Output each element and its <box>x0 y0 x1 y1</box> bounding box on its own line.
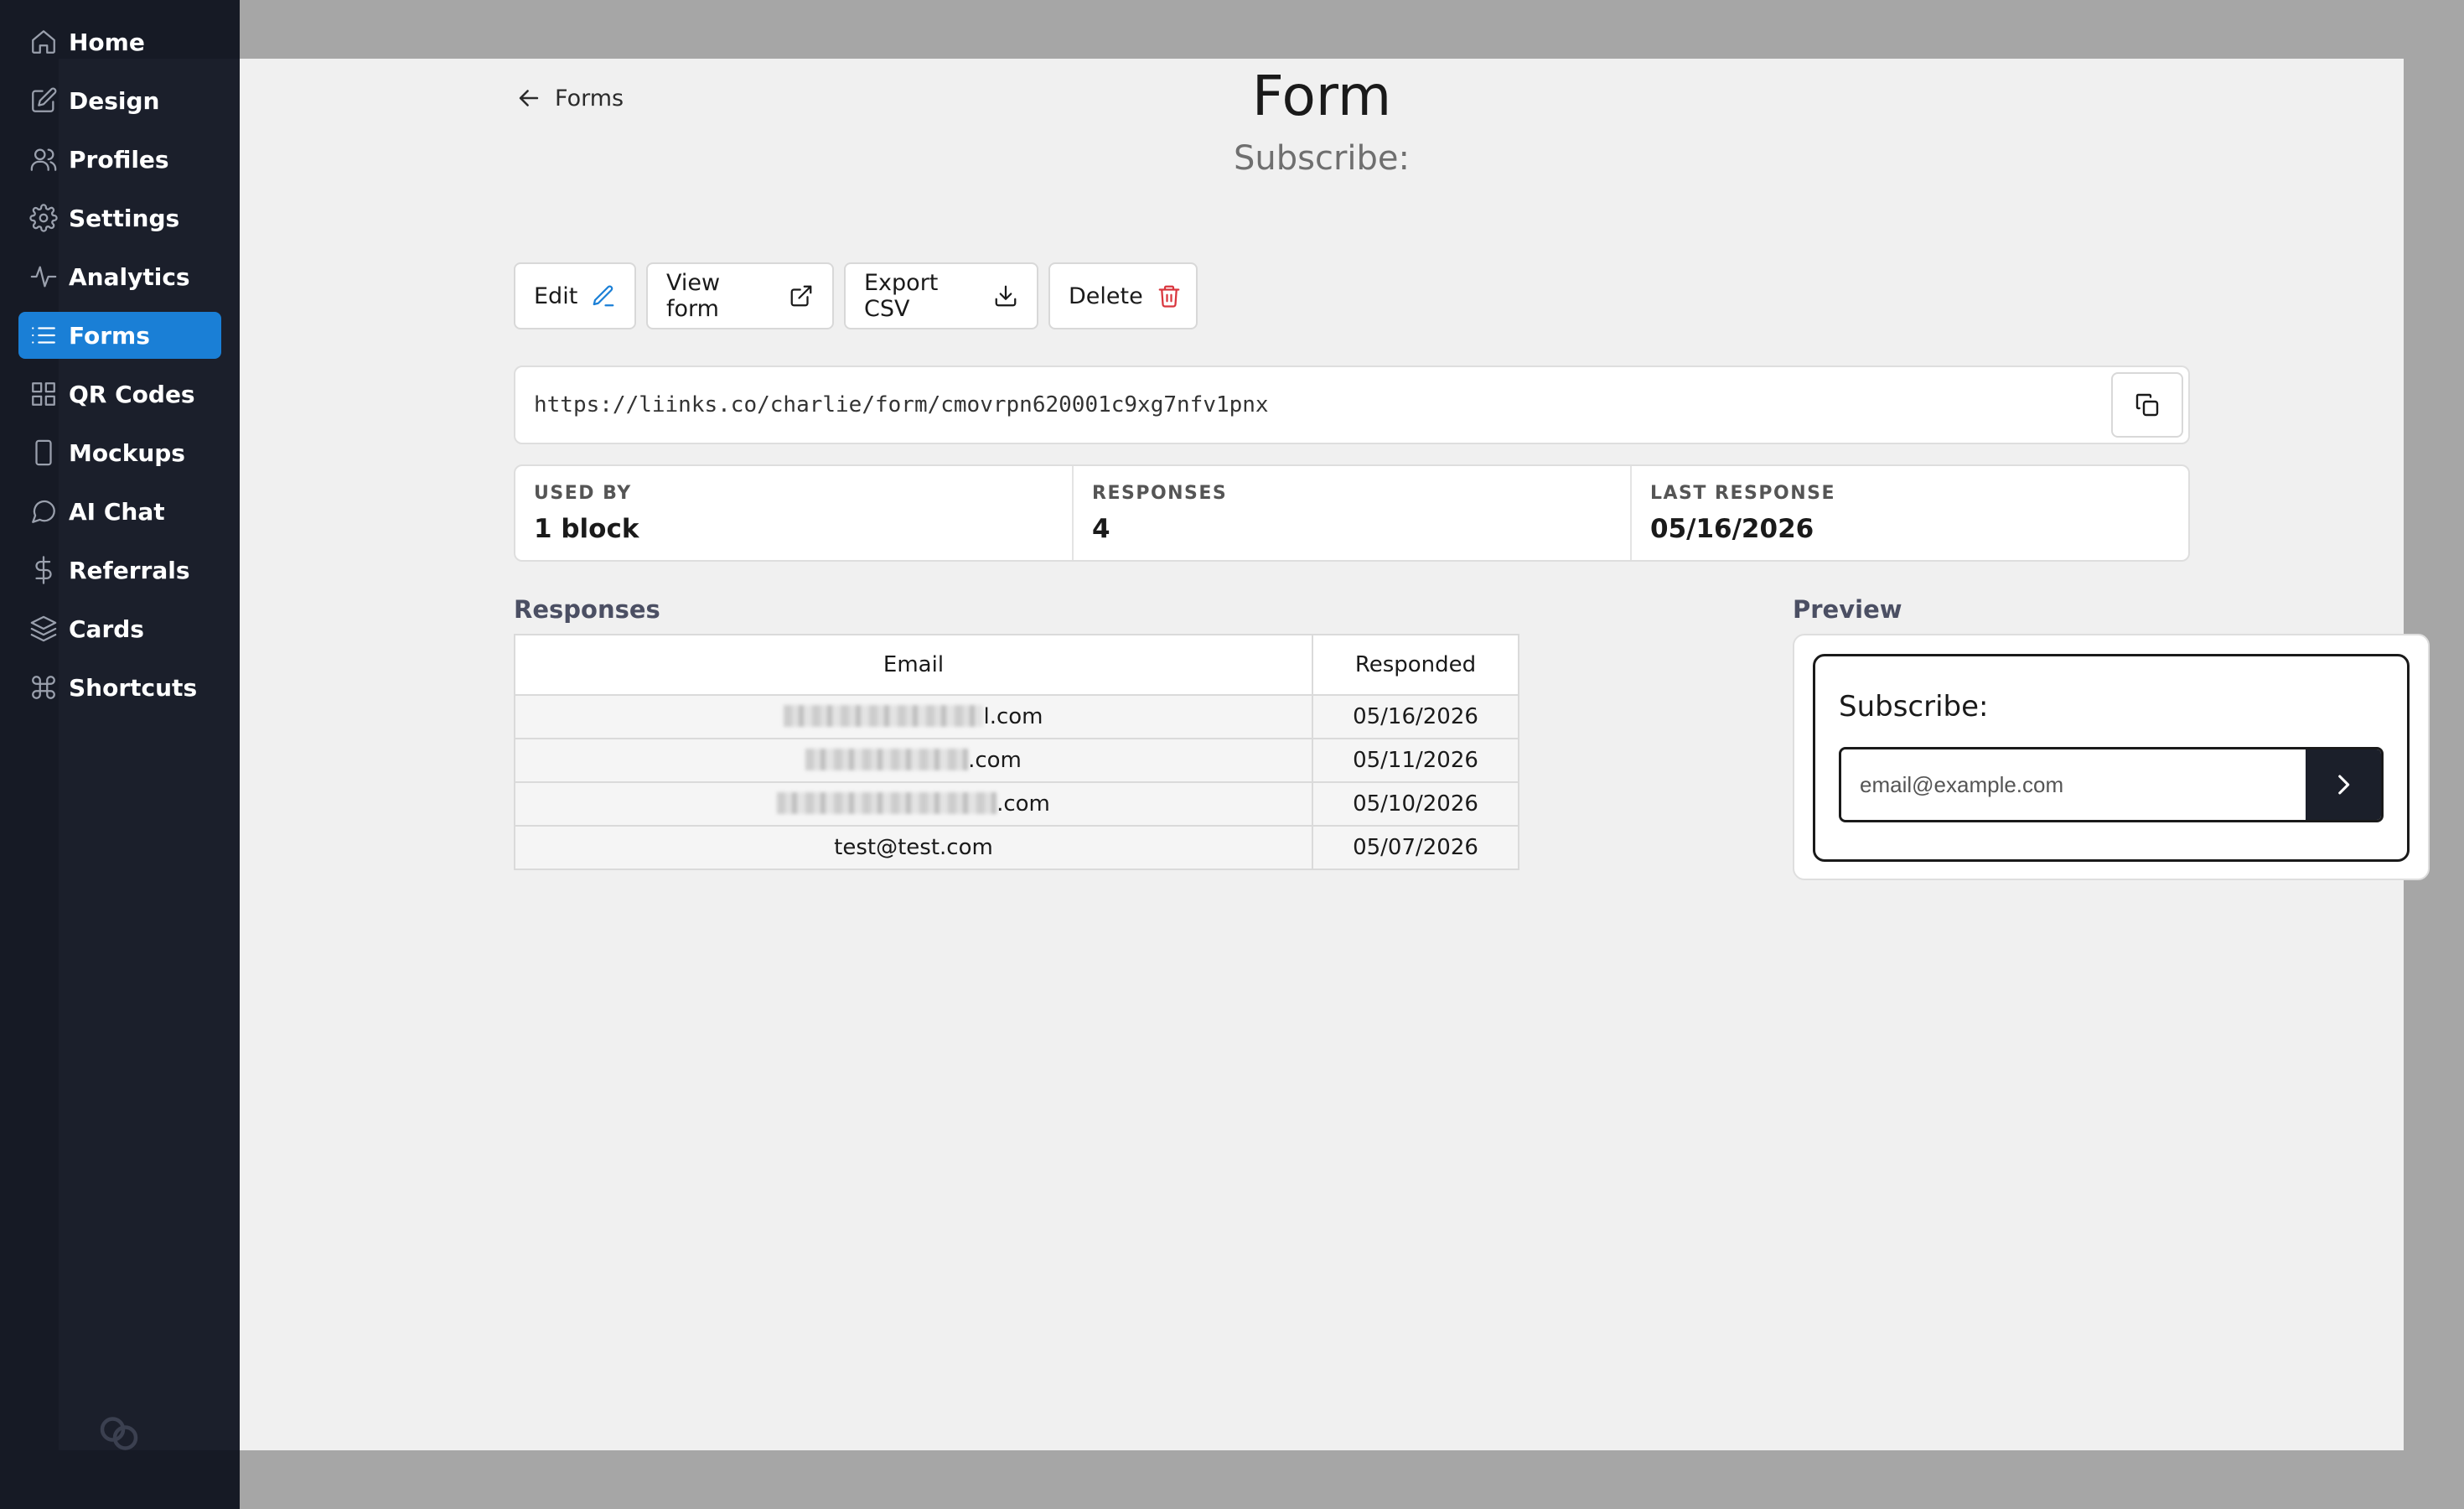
responses-table: Email Responded l.com 05/16/2026 .com 05… <box>514 634 1519 870</box>
sidebar-item-label: AI Chat <box>69 497 165 526</box>
page-title: Form <box>1251 64 1392 128</box>
main-panel: Forms Form Subscribe: Edit View form Exp… <box>240 59 2430 1450</box>
column-header-email[interactable]: Email <box>514 634 1313 696</box>
form-url[interactable]: https://liinks.co/charlie/form/cmovrpn62… <box>534 392 1269 417</box>
sidebar-item-label: Analytics <box>69 262 190 291</box>
table-row: .com 05/11/2026 <box>514 738 1519 783</box>
stat-value: 05/16/2026 <box>1650 514 1814 544</box>
email-cell: test@test.com <box>514 825 1313 870</box>
stat-used-by: USED BY 1 block <box>515 466 1074 560</box>
stat-value: 4 <box>1092 514 1110 544</box>
subscribe-form-preview: Subscribe: <box>1813 654 2410 862</box>
email-input[interactable] <box>1841 749 2307 820</box>
download-icon <box>993 283 1018 309</box>
layers-icon <box>28 614 59 644</box>
redacted-text <box>777 792 997 814</box>
sidebar-item-ai-chat[interactable]: AI Chat <box>18 488 221 535</box>
export-csv-button[interactable]: Export CSV <box>844 262 1038 329</box>
email-visible-text: .com <box>968 748 1022 773</box>
sidebar-item-shortcuts[interactable]: Shortcuts <box>18 664 221 711</box>
redacted-text <box>784 705 984 727</box>
dollar-icon <box>28 555 59 585</box>
phone-icon <box>28 438 59 468</box>
redacted-text <box>805 749 969 770</box>
sidebar-item-label: Cards <box>69 614 144 643</box>
sidebar-item-home[interactable]: Home <box>18 18 221 65</box>
stat-label: LAST RESPONSE <box>1650 483 1835 504</box>
sidebar-item-label: Referrals <box>69 556 190 584</box>
delete-button[interactable]: Delete <box>1048 262 1198 329</box>
copy-icon <box>2134 392 2161 418</box>
sidebar-item-label: Profiles <box>69 145 169 174</box>
responded-cell: 05/07/2026 <box>1312 825 1519 870</box>
preview-email-field <box>1839 747 2384 822</box>
stat-value: 1 block <box>534 514 639 544</box>
app-logo-icon <box>94 1408 144 1459</box>
external-link-icon <box>789 283 814 309</box>
table-header-row: Email Responded <box>514 634 1519 696</box>
activity-icon <box>28 262 59 292</box>
sidebar-item-label: Shortcuts <box>69 673 198 702</box>
edit-button-label: Edit <box>534 283 578 309</box>
grid-icon <box>28 379 59 409</box>
sidebar-item-label: Home <box>69 28 145 56</box>
sidebar-item-label: Forms <box>69 321 150 350</box>
form-url-box: https://liinks.co/charlie/form/cmovrpn62… <box>514 366 2190 444</box>
responded-cell: 05/16/2026 <box>1312 694 1519 739</box>
delete-button-label: Delete <box>1069 283 1143 309</box>
view-form-button-label: View form <box>666 270 721 322</box>
trash-icon <box>1157 283 1182 309</box>
email-visible-text: l.com <box>983 704 1043 729</box>
chevron-right-icon <box>2329 770 2358 799</box>
stat-last-response: LAST RESPONSE 05/16/2026 <box>1632 466 2188 560</box>
table-row: l.com 05/16/2026 <box>514 694 1519 739</box>
column-header-responded[interactable]: Responded <box>1312 634 1519 696</box>
gear-icon <box>28 203 59 233</box>
page-subtitle: Subscribe: <box>1234 139 1410 178</box>
submit-button[interactable] <box>2306 749 2381 820</box>
edit-square-icon <box>28 86 59 116</box>
sidebar-item-analytics[interactable]: Analytics <box>18 253 221 300</box>
users-icon <box>28 144 59 174</box>
chat-bubble-icon <box>28 496 59 526</box>
email-cell: l.com <box>514 694 1313 739</box>
sidebar: Home Design Profiles Settings Analytics <box>0 0 240 1509</box>
pencil-icon <box>591 283 616 309</box>
export-csv-button-label: Export CSV <box>864 270 939 322</box>
sidebar-item-label: Mockups <box>69 438 185 467</box>
email-visible-text: .com <box>996 791 1050 817</box>
preview-section-title: Preview <box>1793 595 1902 624</box>
responded-cell: 05/11/2026 <box>1312 738 1519 783</box>
copy-url-button[interactable] <box>2111 372 2183 438</box>
preview-heading: Subscribe: <box>1839 690 1989 723</box>
sidebar-item-cards[interactable]: Cards <box>18 605 221 652</box>
sidebar-item-label: QR Codes <box>69 380 195 408</box>
sidebar-item-mockups[interactable]: Mockups <box>18 429 221 476</box>
sidebar-item-profiles[interactable]: Profiles <box>18 136 221 183</box>
edit-button[interactable]: Edit <box>514 262 636 329</box>
responded-cell: 05/10/2026 <box>1312 781 1519 827</box>
sidebar-item-qr-codes[interactable]: QR Codes <box>18 371 221 417</box>
command-icon <box>28 672 59 703</box>
sidebar-item-label: Settings <box>69 204 180 232</box>
list-icon <box>28 320 59 350</box>
email-cell: .com <box>514 781 1313 827</box>
sidebar-item-settings[interactable]: Settings <box>18 194 221 241</box>
sidebar-item-design[interactable]: Design <box>18 77 221 124</box>
table-row: test@test.com 05/07/2026 <box>514 825 1519 870</box>
home-icon <box>28 27 59 57</box>
table-row: .com 05/10/2026 <box>514 781 1519 827</box>
stat-label: RESPONSES <box>1092 483 1228 504</box>
sidebar-item-label: Design <box>69 86 160 115</box>
responses-section-title: Responses <box>514 595 660 624</box>
email-cell: .com <box>514 738 1313 783</box>
view-form-button[interactable]: View form <box>646 262 834 329</box>
form-stats: USED BY 1 block RESPONSES 4 LAST RESPONS… <box>514 464 2190 562</box>
sidebar-item-referrals[interactable]: Referrals <box>18 547 221 594</box>
preview-card: Subscribe: <box>1793 634 2430 880</box>
stat-label: USED BY <box>534 483 632 504</box>
sidebar-item-forms[interactable]: Forms <box>18 312 221 359</box>
stat-responses: RESPONSES 4 <box>1074 466 1632 560</box>
